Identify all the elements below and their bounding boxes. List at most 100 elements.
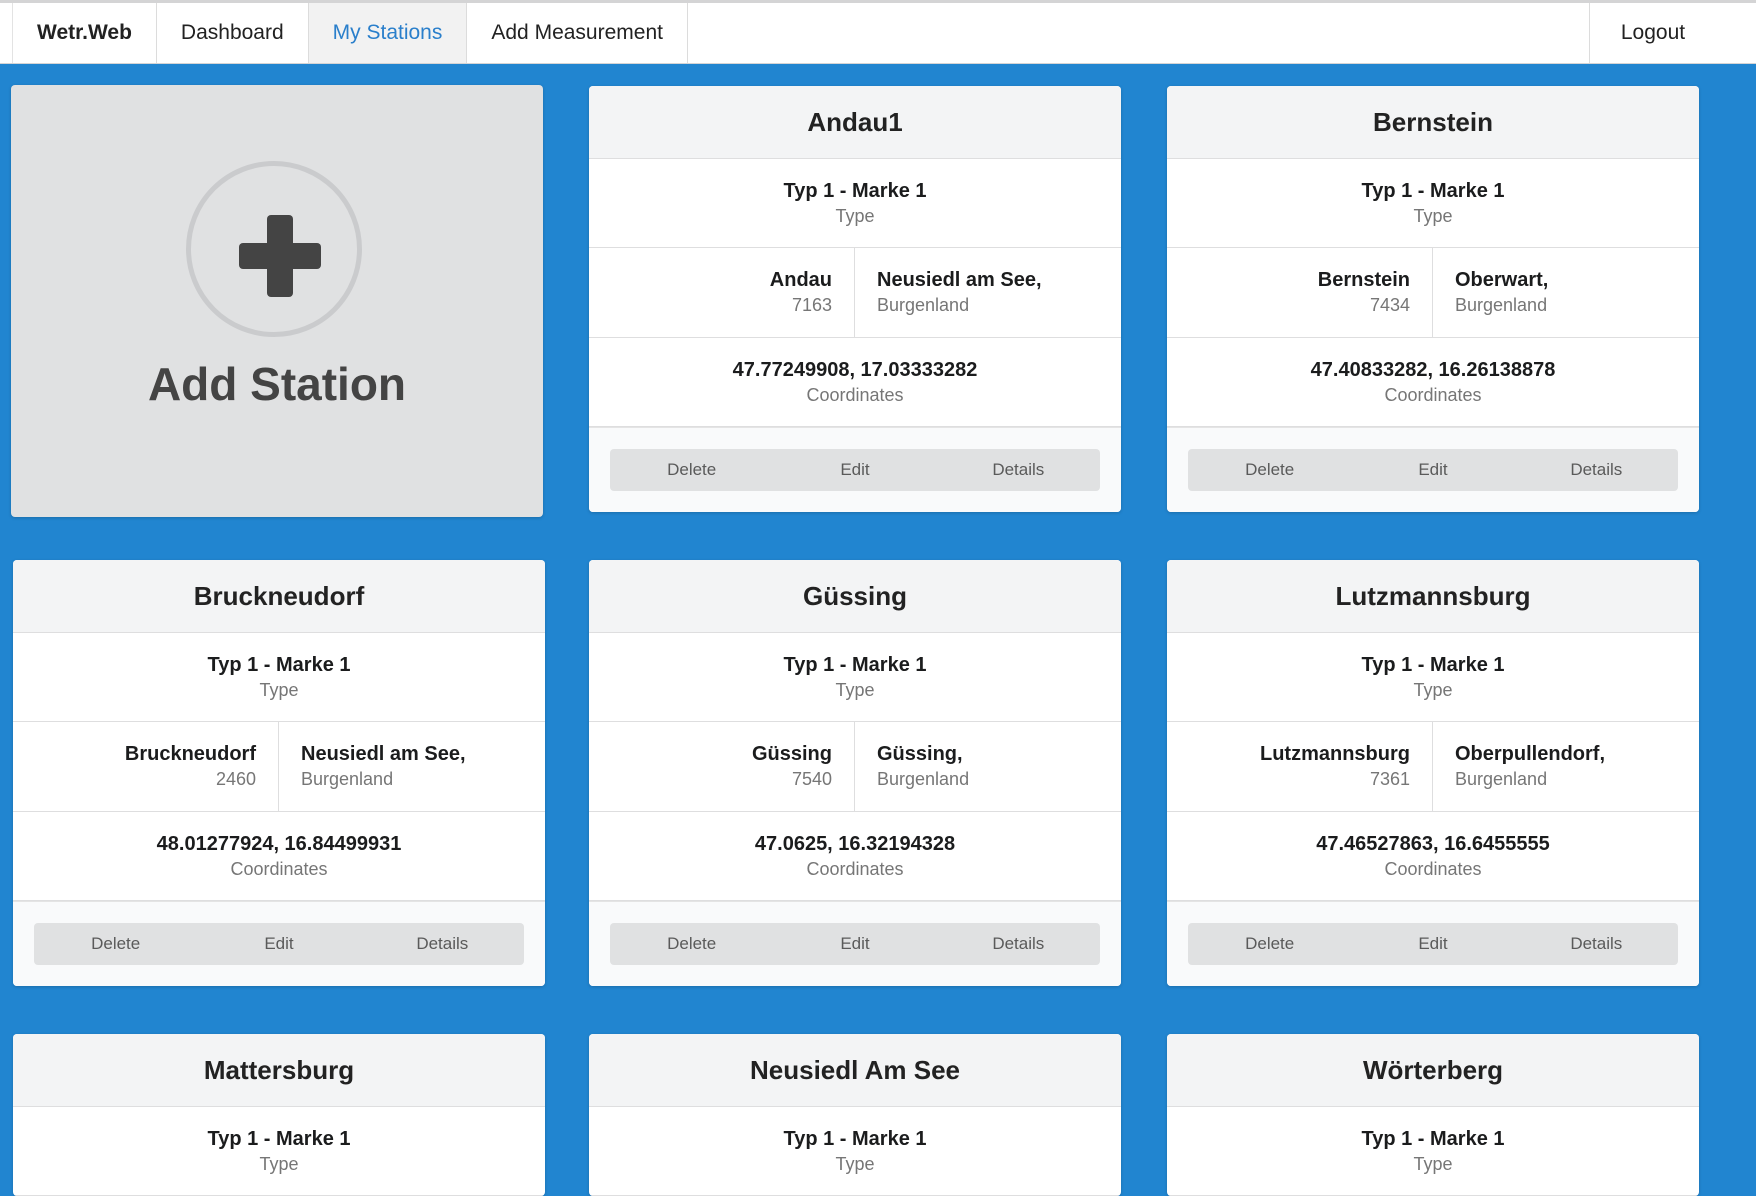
delete-button[interactable]: Delete [610,923,773,965]
delete-button[interactable]: Delete [1188,449,1351,491]
station-type-label: Type [259,1153,299,1174]
station-zip: 7361 [1369,769,1410,789]
station-district: Neusiedl am See, [301,743,466,765]
brand-link[interactable]: Wetr.Web [13,3,157,63]
add-station-card[interactable]: Add Station [11,85,543,517]
nav-dashboard[interactable]: Dashboard [157,3,309,63]
station-type-value: Typ 1 - Marke 1 [1361,1127,1505,1150]
station-town-cell: Lutzmannsburg 7361 [1167,722,1433,811]
station-type-label: Type [835,1153,875,1174]
station-coordinates-label: Coordinates [806,384,904,405]
station-type-label: Type [1413,1153,1453,1174]
station-type-row: Typ 1 - Marke 1 Type [589,159,1121,248]
delete-button[interactable]: Delete [34,923,197,965]
station-name: Bruckneudorf [13,560,545,633]
station-location-row: Bruckneudorf 2460 Neusiedl am See, Burge… [13,722,545,812]
station-town-cell: Andau 7163 [589,248,855,337]
station-district-cell: Oberpullendorf, Burgenland [1433,722,1699,811]
station-district-cell: Neusiedl am See, Burgenland [279,722,545,811]
station-zip: 7434 [1369,295,1410,315]
station-type-row: Typ 1 - Marke 1 Type [13,1107,545,1196]
station-town: Lutzmannsburg [1260,743,1410,765]
station-actions: Delete Edit Details [1167,901,1699,986]
nav-add-measurement[interactable]: Add Measurement [467,3,688,63]
station-state: Burgenland [1455,769,1548,789]
details-button[interactable]: Details [1515,449,1678,491]
station-coordinates-value: 47.46527863, 16.6455555 [1316,832,1550,855]
station-zip: 2460 [215,769,256,789]
station-actions: Delete Edit Details [589,427,1121,512]
station-town: Güssing [751,743,832,765]
station-location-row: Bernstein 7434 Oberwart, Burgenland [1167,248,1699,338]
station-state: Burgenland [877,769,970,789]
station-name: Wörterberg [1167,1034,1699,1107]
delete-button[interactable]: Delete [1188,923,1351,965]
station-card-4: Lutzmannsburg Typ 1 - Marke 1 Type Lutzm… [1167,560,1699,986]
edit-button[interactable]: Edit [1351,923,1514,965]
edit-button[interactable]: Edit [197,923,360,965]
station-card-6: Neusiedl Am See Typ 1 - Marke 1 Type [589,1034,1121,1196]
station-type-value: Typ 1 - Marke 1 [783,179,927,202]
station-name: Neusiedl Am See [589,1034,1121,1107]
edit-button[interactable]: Edit [773,923,936,965]
delete-button[interactable]: Delete [610,449,773,491]
station-state: Burgenland [877,295,970,315]
station-type-row: Typ 1 - Marke 1 Type [13,633,545,722]
station-coordinates-label: Coordinates [806,858,904,879]
station-state: Burgenland [1455,295,1548,315]
station-zip: 7540 [791,769,832,789]
station-card-1: Bernstein Typ 1 - Marke 1 Type Bernstein… [1167,86,1699,512]
station-coordinates-row: 47.0625, 16.32194328 Coordinates [589,812,1121,901]
edit-button[interactable]: Edit [1351,449,1514,491]
details-button[interactable]: Details [937,449,1100,491]
station-card-2: Bruckneudorf Typ 1 - Marke 1 Type Bruckn… [13,560,545,986]
station-type-label: Type [835,679,875,700]
station-district-cell: Güssing, Burgenland [855,722,1121,811]
action-button-group: Delete Edit Details [34,923,524,965]
details-button[interactable]: Details [1515,923,1678,965]
details-button[interactable]: Details [361,923,524,965]
station-name: Bernstein [1167,86,1699,159]
action-button-group: Delete Edit Details [610,923,1100,965]
station-type-row: Typ 1 - Marke 1 Type [589,1107,1121,1196]
station-type-row: Typ 1 - Marke 1 Type [1167,633,1699,722]
station-name: Güssing [589,560,1121,633]
station-name: Andau1 [589,86,1121,159]
station-coordinates-value: 48.01277924, 16.84499931 [156,832,402,855]
details-button[interactable]: Details [937,923,1100,965]
station-type-label: Type [259,679,299,700]
station-coordinates-value: 47.0625, 16.32194328 [754,832,956,855]
station-type-value: Typ 1 - Marke 1 [207,653,351,676]
station-coordinates-row: 48.01277924, 16.84499931 Coordinates [13,812,545,901]
station-location-row: Güssing 7540 Güssing, Burgenland [589,722,1121,812]
action-button-group: Delete Edit Details [610,449,1100,491]
station-type-value: Typ 1 - Marke 1 [207,1127,351,1150]
station-coordinates-row: 47.40833282, 16.26138878 Coordinates [1167,338,1699,427]
station-coordinates-label: Coordinates [1384,858,1482,879]
station-name: Lutzmannsburg [1167,560,1699,633]
edit-button[interactable]: Edit [773,449,936,491]
station-coordinates-value: 47.77249908, 17.03333282 [732,358,978,381]
station-type-label: Type [1413,679,1453,700]
plus-icon-bar-vertical [267,215,293,297]
station-town: Bruckneudorf [124,743,256,765]
main-menu: Wetr.Web Dashboard My Stations Add Measu… [12,3,688,63]
station-district: Neusiedl am See, [877,269,1042,291]
station-town-cell: Bruckneudorf 2460 [13,722,279,811]
add-station-label: Add Station [147,358,407,410]
station-actions: Delete Edit Details [1167,427,1699,512]
station-district-cell: Oberwart, Burgenland [1433,248,1699,337]
station-town-cell: Güssing 7540 [589,722,855,811]
station-type-value: Typ 1 - Marke 1 [1361,653,1505,676]
station-name: Mattersburg [13,1034,545,1107]
station-coordinates-row: 47.77249908, 17.03333282 Coordinates [589,338,1121,427]
station-actions: Delete Edit Details [589,901,1121,986]
logout-link[interactable]: Logout [1590,3,1756,63]
station-district: Güssing, [877,743,963,765]
nav-my-stations[interactable]: My Stations [308,3,468,63]
station-card-5: Mattersburg Typ 1 - Marke 1 Type [13,1034,545,1196]
station-location-row: Lutzmannsburg 7361 Oberpullendorf, Burge… [1167,722,1699,812]
station-district: Oberwart, [1455,269,1549,291]
station-location-row: Andau 7163 Neusiedl am See, Burgenland [589,248,1121,338]
station-coordinates-row: 47.46527863, 16.6455555 Coordinates [1167,812,1699,901]
